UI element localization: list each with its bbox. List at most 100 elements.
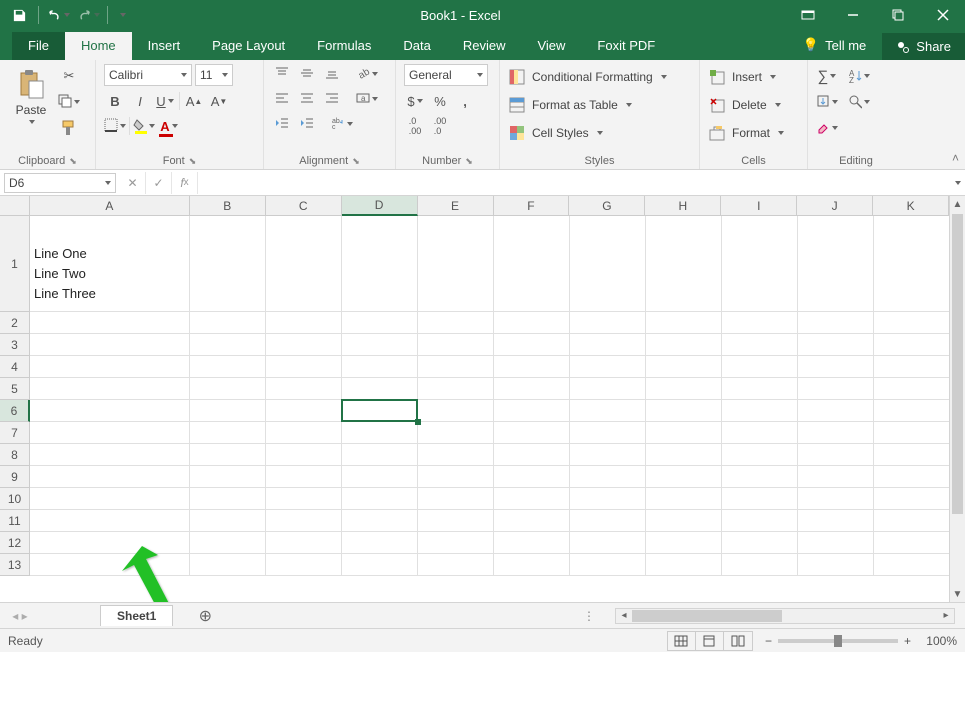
cell-G12[interactable] [570,532,646,554]
cell-D1[interactable] [342,216,418,312]
cell-A4[interactable] [30,356,190,378]
cell-K1[interactable] [874,216,950,312]
cell-F6[interactable] [494,400,570,422]
font-color-button[interactable]: A [158,116,180,136]
split-handle[interactable]: ⋮ [583,609,595,623]
align-center-button[interactable] [297,89,319,109]
cell-J4[interactable] [798,356,874,378]
fill-button[interactable] [816,92,838,112]
cell-A5[interactable] [30,378,190,400]
align-left-button[interactable] [272,89,294,109]
qat-customize[interactable] [114,2,130,28]
cell-C13[interactable] [266,554,342,576]
cell-I1[interactable] [722,216,798,312]
cell-J6[interactable] [798,400,874,422]
underline-button[interactable]: U [154,91,176,111]
cell-D6[interactable] [342,400,418,422]
cell-K13[interactable] [874,554,950,576]
cell-A1[interactable]: Line One Line Two Line Three [30,216,190,312]
cell-B2[interactable] [190,312,266,334]
cell-E7[interactable] [418,422,494,444]
column-header-K[interactable]: K [873,196,949,216]
vertical-scrollbar[interactable]: ▲ ▼ [949,196,965,602]
cell-B9[interactable] [190,466,266,488]
cell-A13[interactable] [30,554,190,576]
tab-page-layout[interactable]: Page Layout [196,32,301,60]
align-top-button[interactable] [272,64,294,84]
fill-color-button[interactable] [133,116,155,136]
copy-button[interactable] [58,92,80,112]
cut-button[interactable]: ✂ [58,66,80,86]
cell-A8[interactable] [30,444,190,466]
row-header-5[interactable]: 5 [0,378,30,400]
clear-button[interactable] [816,118,838,138]
cell-E3[interactable] [418,334,494,356]
column-header-B[interactable]: B [190,196,266,216]
row-header-7[interactable]: 7 [0,422,30,444]
cell-C3[interactable] [266,334,342,356]
column-header-C[interactable]: C [266,196,342,216]
cell-B12[interactable] [190,532,266,554]
zoom-slider[interactable] [778,639,898,643]
column-header-E[interactable]: E [418,196,494,216]
add-sheet-button[interactable]: ⊕ [191,606,219,626]
tellme[interactable]: 💡Tell me [787,31,882,60]
font-name-select[interactable]: Calibri [104,64,192,86]
cell-G11[interactable] [570,510,646,532]
cell-B13[interactable] [190,554,266,576]
merge-center-button[interactable]: a [356,89,378,109]
vscroll-thumb[interactable] [952,214,963,514]
cell-K12[interactable] [874,532,950,554]
cell-E5[interactable] [418,378,494,400]
cell-E2[interactable] [418,312,494,334]
cell-A6[interactable] [30,400,190,422]
align-bottom-button[interactable] [322,64,344,84]
qat-redo[interactable] [75,2,101,28]
cell-F5[interactable] [494,378,570,400]
number-format-select[interactable]: General [404,64,488,86]
cell-A10[interactable] [30,488,190,510]
align-right-button[interactable] [322,89,344,109]
cell-K10[interactable] [874,488,950,510]
cell-D12[interactable] [342,532,418,554]
tab-insert[interactable]: Insert [132,32,197,60]
cell-J1[interactable] [798,216,874,312]
cell-A11[interactable] [30,510,190,532]
shrink-font-button[interactable]: A▼ [208,91,230,111]
cell-B8[interactable] [190,444,266,466]
cell-B1[interactable] [190,216,266,312]
cell-F12[interactable] [494,532,570,554]
cell-H2[interactable] [646,312,722,334]
insert-cells-button[interactable]: Insert [708,66,784,88]
cell-C10[interactable] [266,488,342,510]
cell-C2[interactable] [266,312,342,334]
minimize-button[interactable] [830,0,875,30]
name-box[interactable]: D6 [4,173,116,193]
cell-F4[interactable] [494,356,570,378]
qat-save[interactable] [6,2,32,28]
horizontal-scrollbar[interactable]: ◂ ▸ [615,608,955,624]
column-header-F[interactable]: F [494,196,570,216]
column-header-D[interactable]: D [342,196,418,216]
decrease-decimal-button[interactable]: .00.0 [429,116,451,136]
cell-K7[interactable] [874,422,950,444]
align-middle-button[interactable] [297,64,319,84]
cell-I9[interactable] [722,466,798,488]
cell-A3[interactable] [30,334,190,356]
row-header-2[interactable]: 2 [0,312,30,334]
cell-A9[interactable] [30,466,190,488]
close-button[interactable] [920,0,965,30]
ribbon-display-options[interactable] [785,0,830,30]
cell-J3[interactable] [798,334,874,356]
cell-B7[interactable] [190,422,266,444]
paste-button[interactable]: Paste [8,64,54,124]
cell-B4[interactable] [190,356,266,378]
sheet-tab-1[interactable]: Sheet1 [100,605,173,626]
cell-G4[interactable] [570,356,646,378]
italic-button[interactable]: I [129,91,151,111]
cell-D11[interactable] [342,510,418,532]
cell-D5[interactable] [342,378,418,400]
cell-C6[interactable] [266,400,342,422]
cell-D9[interactable] [342,466,418,488]
cell-C4[interactable] [266,356,342,378]
